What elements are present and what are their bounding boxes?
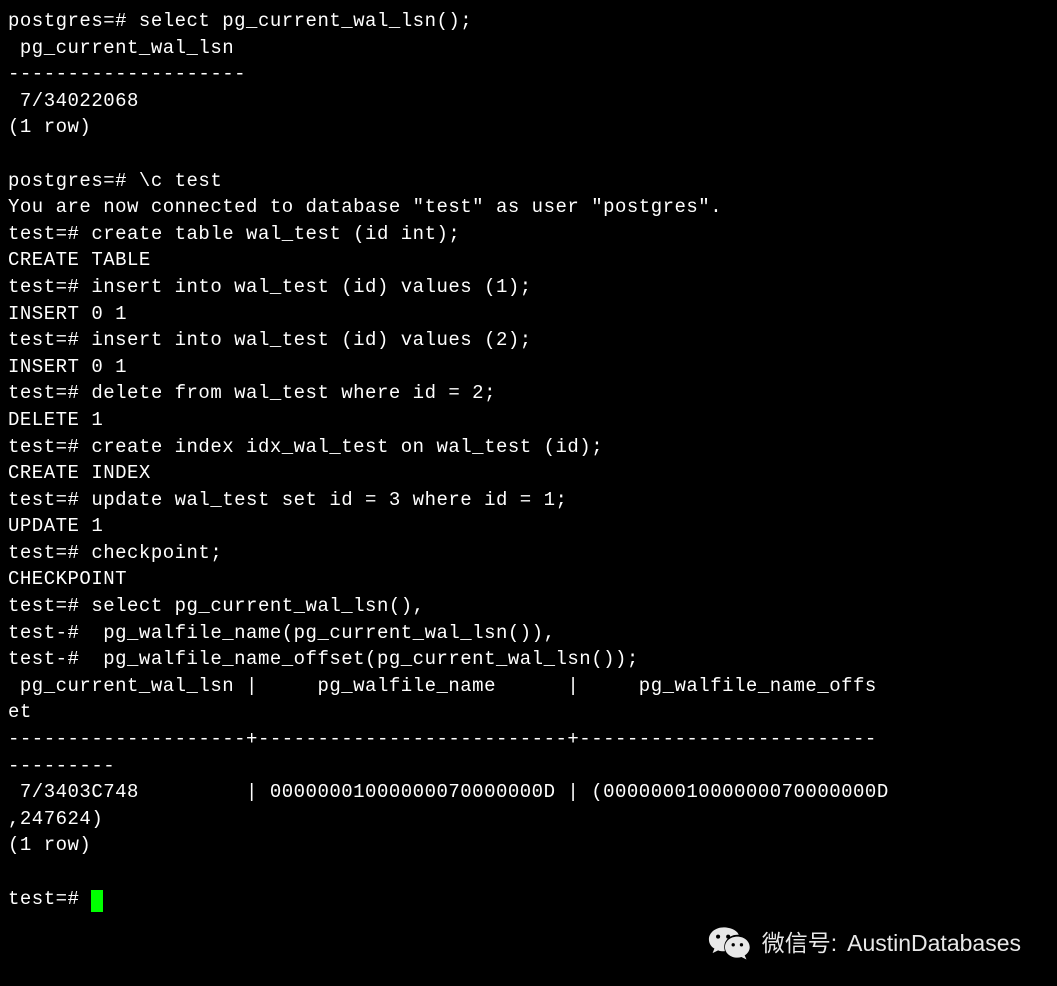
watermark-value: AustinDatabases — [847, 927, 1021, 959]
wechat-icon — [708, 924, 752, 962]
terminal-line: postgres=# select pg_current_wal_lsn(); — [8, 10, 472, 32]
terminal-line: ,247624) — [8, 808, 103, 830]
terminal-line: pg_current_wal_lsn — [8, 37, 246, 59]
terminal-line: et — [8, 701, 103, 723]
terminal-line: 7/3403C748 | 00000001000000070000000D | … — [8, 781, 889, 803]
terminal-line: CREATE INDEX — [8, 462, 151, 484]
terminal-line: test=# update wal_test set id = 3 where … — [8, 489, 567, 511]
terminal-line: --------- — [8, 755, 115, 777]
terminal-line: test=# insert into wal_test (id) values … — [8, 329, 532, 351]
cursor-icon — [91, 890, 103, 912]
terminal-line: (1 row) — [8, 834, 91, 856]
terminal-line: INSERT 0 1 — [8, 303, 127, 325]
terminal-line: -------------------- — [8, 63, 246, 85]
terminal-line: CREATE TABLE — [8, 249, 151, 271]
terminal-line: postgres=# \c test — [8, 170, 222, 192]
terminal-output: postgres=# select pg_current_wal_lsn(); … — [8, 8, 1057, 912]
terminal-line: test=# create index idx_wal_test on wal_… — [8, 436, 603, 458]
terminal-line: test-# pg_walfile_name(pg_current_wal_ls… — [8, 622, 556, 644]
terminal-line: INSERT 0 1 — [8, 356, 127, 378]
terminal-line: pg_current_wal_lsn | pg_walfile_name | p… — [8, 675, 877, 697]
terminal-line: UPDATE 1 — [8, 515, 103, 537]
terminal-line: test=# insert into wal_test (id) values … — [8, 276, 532, 298]
terminal-line: 7/34022068 — [8, 90, 139, 112]
terminal-line: test=# checkpoint; — [8, 542, 222, 564]
terminal-line: DELETE 1 — [8, 409, 103, 431]
terminal-line: test=# select pg_current_wal_lsn(), — [8, 595, 425, 617]
terminal-line: test=# create table wal_test (id int); — [8, 223, 460, 245]
watermark: 微信号: AustinDatabases — [708, 924, 1021, 962]
terminal-prompt[interactable]: test=# — [8, 888, 91, 910]
terminal-line: You are now connected to database "test"… — [8, 196, 722, 218]
terminal-line: CHECKPOINT — [8, 568, 127, 590]
terminal-line: --------------------+-------------------… — [8, 728, 877, 750]
terminal-line: test-# pg_walfile_name_offset(pg_current… — [8, 648, 639, 670]
terminal-line: (1 row) — [8, 116, 91, 138]
terminal-line: test=# delete from wal_test where id = 2… — [8, 382, 496, 404]
watermark-label: 微信号: — [762, 927, 837, 959]
